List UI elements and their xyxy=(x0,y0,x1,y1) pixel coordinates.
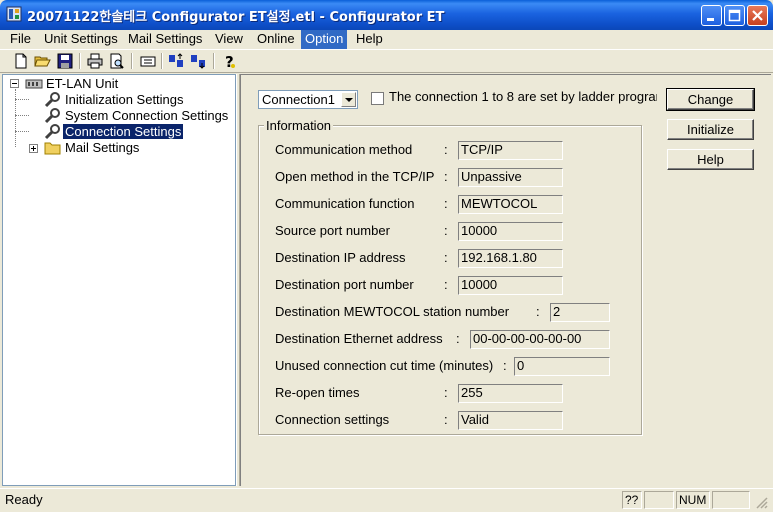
field-colon: : xyxy=(503,358,507,373)
reopen-times-label: Re-open times xyxy=(275,385,360,400)
menu-option[interactable]: Option xyxy=(301,30,348,49)
destination-ethernet-label: Destination Ethernet address xyxy=(275,331,443,346)
toolbar-separator xyxy=(79,53,81,69)
tree-item-et-lan-unit[interactable]: ET-LAN Unit xyxy=(3,76,233,92)
toolbar-separator xyxy=(131,53,133,69)
network-unit-icon xyxy=(25,79,43,89)
upload-icon[interactable] xyxy=(168,52,186,70)
folder-icon xyxy=(44,142,61,155)
field-colon: : xyxy=(444,196,448,211)
destination-station-field: 2 xyxy=(550,303,610,322)
close-button[interactable] xyxy=(747,5,768,26)
collapse-icon[interactable] xyxy=(10,79,19,88)
open-folder-icon[interactable] xyxy=(34,52,52,70)
tree-item-label: Connection Settings xyxy=(61,123,185,140)
status-panel xyxy=(712,491,750,509)
initialize-button[interactable]: Initialize xyxy=(667,119,754,140)
destination-station-label: Destination MEWTOCOL station number xyxy=(275,304,510,319)
field-colon: : xyxy=(444,385,448,400)
open-method-field: Unpassive xyxy=(458,168,563,187)
wrench-icon xyxy=(44,108,60,124)
field-colon: : xyxy=(444,277,448,292)
source-port-field: 10000 xyxy=(458,222,563,241)
print-icon[interactable] xyxy=(86,52,104,70)
toolbar-separator xyxy=(161,53,163,69)
status-bar: Ready ?? NUM xyxy=(0,488,773,512)
destination-ip-label: Destination IP address xyxy=(275,250,406,265)
toolbar: ? xyxy=(0,49,773,73)
ladder-program-checkbox[interactable] xyxy=(371,92,384,105)
information-group-title: Information xyxy=(264,118,334,133)
tree-item-initialization-settings[interactable]: Initialization Settings xyxy=(3,92,233,108)
title-bar[interactable]: 20071122한솔테크 Configurator ET설정.etl - Con… xyxy=(0,0,773,30)
toolbar-separator xyxy=(213,53,215,69)
status-panel: ?? xyxy=(622,491,642,509)
tree-item-label: Initialization Settings xyxy=(65,92,184,107)
download-icon[interactable] xyxy=(190,52,208,70)
status-text: Ready xyxy=(5,492,43,507)
save-icon[interactable] xyxy=(56,52,74,70)
resize-grip-icon[interactable] xyxy=(754,495,768,509)
destination-port-field: 10000 xyxy=(458,276,563,295)
menu-help[interactable]: Help xyxy=(352,30,387,49)
tree-item-mail-settings[interactable]: Mail Settings xyxy=(3,140,233,156)
close-icon xyxy=(752,10,763,21)
tree-item-label: System Connection Settings xyxy=(65,108,229,123)
menu-bar: File Unit Settings Mail Settings View On… xyxy=(0,30,773,49)
menu-unit-settings[interactable]: Unit Settings xyxy=(40,30,122,49)
tree-item-label: ET-LAN Unit xyxy=(46,76,119,91)
reopen-times-field: 255 xyxy=(458,384,563,403)
communication-function-field: MEWTOCOL xyxy=(458,195,563,214)
field-colon: : xyxy=(444,250,448,265)
app-icon xyxy=(6,6,22,22)
wrench-icon xyxy=(44,124,60,140)
connection-dropdown-value: Connection1 xyxy=(262,92,335,107)
connection-dropdown[interactable]: Connection1 xyxy=(258,90,358,109)
field-colon: : xyxy=(456,331,460,346)
minimize-button[interactable] xyxy=(701,5,722,26)
wrench-icon xyxy=(44,92,60,108)
menu-online[interactable]: Online xyxy=(253,30,299,49)
destination-port-label: Destination port number xyxy=(275,277,414,292)
destination-ethernet-field: 00-00-00-00-00-00 xyxy=(470,330,610,349)
tree-item-system-connection-settings[interactable]: System Connection Settings xyxy=(3,108,233,124)
destination-ip-field: 192.168.1.80 xyxy=(458,249,563,268)
tree-item-label: Mail Settings xyxy=(65,140,140,155)
window-title: 20071122한솔테크 Configurator ET설정.etl - Con… xyxy=(27,10,445,25)
field-colon: : xyxy=(444,142,448,157)
communication-method-field: TCP/IP xyxy=(458,141,563,160)
tree-view[interactable]: ET-LAN Unit Initialization Settings Syst… xyxy=(2,74,236,486)
expand-icon[interactable] xyxy=(29,144,38,153)
read-icon[interactable] xyxy=(139,52,157,70)
print-preview-icon[interactable] xyxy=(108,52,126,70)
change-button[interactable]: Change xyxy=(666,88,755,111)
unused-cut-time-field: 0 xyxy=(514,357,610,376)
minimize-icon xyxy=(707,18,714,21)
unused-cut-time-label: Unused connection cut time (minutes) xyxy=(275,358,494,373)
field-colon: : xyxy=(444,223,448,238)
maximize-icon xyxy=(728,9,741,22)
communication-function-label: Communication function xyxy=(275,196,415,211)
field-colon: : xyxy=(536,304,540,319)
tree-item-connection-settings[interactable]: Connection Settings xyxy=(3,123,233,140)
open-method-label: Open method in the TCP/IP xyxy=(275,169,435,184)
source-port-label: Source port number xyxy=(275,223,390,238)
chevron-down-icon[interactable] xyxy=(341,92,356,107)
new-file-icon[interactable] xyxy=(12,52,30,70)
connection-settings-label: Connection settings xyxy=(275,412,390,427)
connection-settings-field: Valid xyxy=(458,411,563,430)
menu-file[interactable]: File xyxy=(6,30,35,49)
status-panel-num: NUM xyxy=(676,491,710,509)
menu-view[interactable]: View xyxy=(211,30,247,49)
maximize-button[interactable] xyxy=(724,5,745,26)
help-icon[interactable]: ? xyxy=(220,52,238,70)
ladder-program-label[interactable]: The connection 1 to 8 are set by ladder … xyxy=(389,89,657,105)
field-colon: : xyxy=(444,412,448,427)
communication-method-label: Communication method xyxy=(275,142,413,157)
menu-mail-settings[interactable]: Mail Settings xyxy=(124,30,206,49)
status-panel xyxy=(644,491,674,509)
help-button[interactable]: Help xyxy=(667,149,754,170)
field-colon: : xyxy=(444,169,448,184)
